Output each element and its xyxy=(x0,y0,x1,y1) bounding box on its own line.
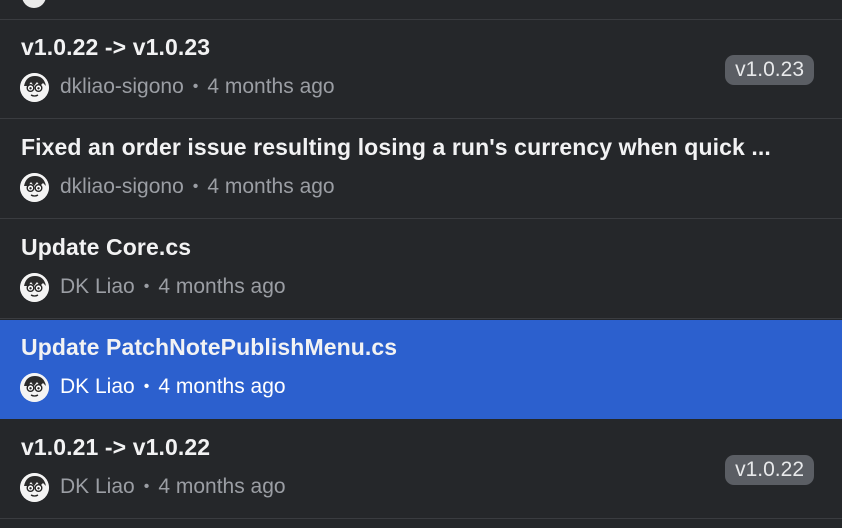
meta-separator: • xyxy=(192,178,199,195)
avatar xyxy=(20,372,49,402)
commit-time: 4 months ago xyxy=(158,475,286,498)
commit-time: 4 months ago xyxy=(207,175,335,198)
meta-separator: • xyxy=(143,478,150,495)
commit-history-list: v1.0.22 -> v1.0.23 dkliao-sigono • 4 mon… xyxy=(0,0,842,528)
commit-author: dkliao-sigono xyxy=(60,75,184,98)
commit-meta: DK Liao • 4 months ago xyxy=(20,372,286,402)
commit-title: Fixed an order issue resulting losing a … xyxy=(21,134,771,160)
commit-row-selected[interactable]: Update PatchNotePublishMenu.cs DK Liao •… xyxy=(0,320,842,419)
commit-meta: dkliao-sigono • 4 months ago xyxy=(20,172,335,202)
commit-title: v1.0.22 -> v1.0.23 xyxy=(21,34,211,60)
commit-title: Update PatchNotePublishMenu.cs xyxy=(21,334,398,360)
meta-separator: • xyxy=(192,78,199,95)
commit-row[interactable]: v1.0.22 -> v1.0.23 dkliao-sigono • 4 mon… xyxy=(0,20,842,119)
commit-time: 4 months ago xyxy=(207,75,335,98)
commit-title: Update Core.cs xyxy=(21,234,192,260)
version-tag-badge: v1.0.23 xyxy=(725,55,814,85)
commit-time: 4 months ago xyxy=(158,375,286,398)
commit-title: v1.0.21 -> v1.0.22 xyxy=(21,434,211,460)
avatar xyxy=(22,0,46,8)
partial-commit-row[interactable] xyxy=(0,0,842,20)
commit-author: dkliao-sigono xyxy=(60,175,184,198)
avatar-face-icon xyxy=(20,72,49,102)
avatar xyxy=(20,272,49,302)
commit-author: DK Liao xyxy=(60,375,135,398)
commit-meta: DK Liao • 4 months ago xyxy=(20,472,286,502)
commit-time: 4 months ago xyxy=(158,275,286,298)
commit-meta: dkliao-sigono • 4 months ago xyxy=(20,72,335,102)
meta-separator: • xyxy=(143,378,150,395)
commit-row[interactable]: Update Core.cs DK Liao • 4 months ago xyxy=(0,220,842,319)
avatar-face-icon xyxy=(20,172,49,202)
avatar xyxy=(20,472,49,502)
commit-author: DK Liao xyxy=(60,275,135,298)
commit-row[interactable]: Fixed an order issue resulting losing a … xyxy=(0,120,842,219)
avatar-face-icon xyxy=(20,272,49,302)
avatar-face-icon xyxy=(20,472,49,502)
avatar xyxy=(20,172,49,202)
meta-separator: • xyxy=(143,278,150,295)
avatar-face-icon xyxy=(20,372,49,402)
commit-author: DK Liao xyxy=(60,475,135,498)
version-tag-badge: v1.0.22 xyxy=(725,455,814,485)
commit-row[interactable]: v1.0.21 -> v1.0.22 DK Liao • 4 months ag… xyxy=(0,420,842,519)
commit-meta: DK Liao • 4 months ago xyxy=(20,272,286,302)
avatar xyxy=(20,72,49,102)
